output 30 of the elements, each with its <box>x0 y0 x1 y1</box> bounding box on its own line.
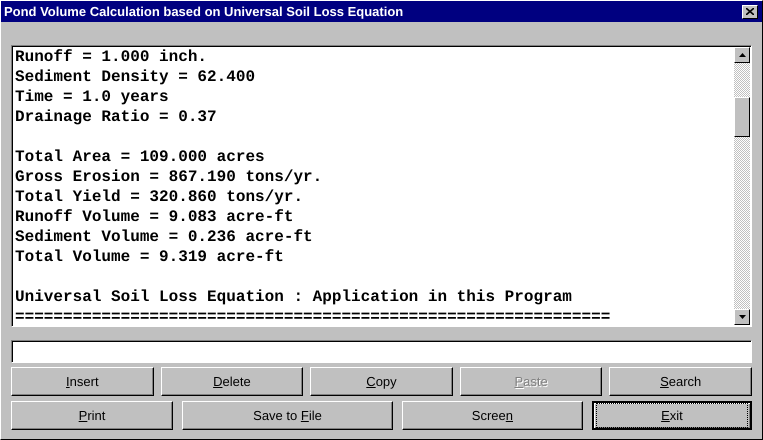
output-line: Sediment Density = 62.400 <box>15 67 256 87</box>
output-line: Gross Erosion = 867.190 tons/yr. <box>15 167 324 187</box>
command-button[interactable]: Print <box>11 401 174 430</box>
command-button[interactable]: Exit <box>592 401 752 430</box>
scroll-up-button[interactable] <box>734 47 750 63</box>
output-line: ============================================================== <box>15 307 612 326</box>
output-line: Total Area = 109.000 acres <box>15 147 266 167</box>
output-line: Runoff = 1.000 inch. <box>15 47 208 67</box>
scroll-thumb[interactable] <box>734 97 750 137</box>
command-button[interactable]: Screen <box>402 401 583 430</box>
output-line: Universal Soil Loss Equation : Application in this Program <box>15 287 573 307</box>
output-line: Total Volume = 9.319 acre-ft <box>15 247 285 267</box>
command-button[interactable]: Copy <box>310 367 453 396</box>
output-line: Runoff Volume = 9.083 acre-ft <box>15 207 294 227</box>
input-field[interactable] <box>11 340 752 363</box>
output-line: Drainage Ratio = 0.37 <box>15 107 218 127</box>
command-button[interactable]: Insert <box>11 367 154 396</box>
up-arrow-icon <box>738 53 746 57</box>
close-icon <box>746 8 754 15</box>
vertical-scrollbar[interactable] <box>734 47 750 325</box>
output-line: Sediment Volume = 0.236 acre-ft <box>15 227 314 247</box>
output-line: Time = 1.0 years <box>15 87 170 107</box>
command-button[interactable]: Search <box>609 367 752 396</box>
output-line: Total Yield = 320.860 tons/yr. <box>15 187 304 207</box>
window-title: Pond Volume Calculation based on Universal Soil Loss Equation <box>4 4 404 19</box>
close-button[interactable] <box>742 4 758 18</box>
command-button[interactable]: Delete <box>160 367 304 396</box>
down-arrow-icon <box>738 315 746 319</box>
scroll-down-button[interactable] <box>734 309 750 325</box>
command-button[interactable]: Save to File <box>182 401 393 430</box>
